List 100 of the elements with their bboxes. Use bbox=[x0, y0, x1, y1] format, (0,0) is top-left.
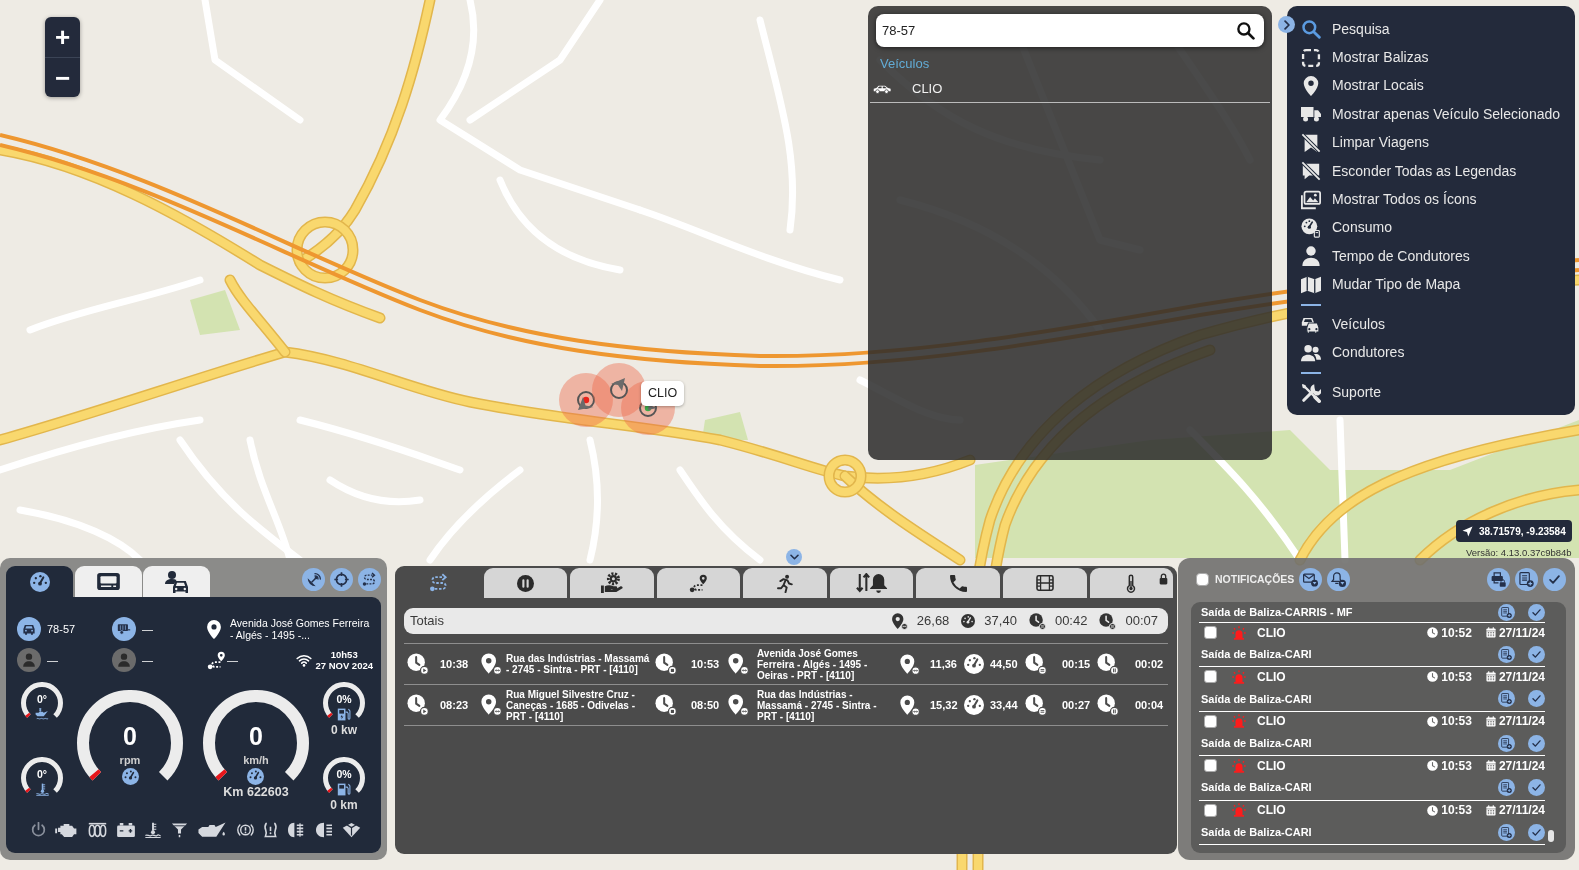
menu-item[interactable]: Condutores bbox=[1301, 338, 1569, 368]
search-field[interactable]: 78-57 bbox=[876, 14, 1264, 47]
diamond-icon bbox=[341, 822, 361, 838]
address-text: Rua das Indústrias - Massamá - 2745 - Sintra - PRT - [4110] bbox=[506, 653, 651, 675]
dashboard-tab[interactable] bbox=[143, 566, 210, 597]
roundabout bbox=[291, 216, 359, 284]
bell-filter-icon bbox=[1331, 572, 1347, 587]
menu-item[interactable]: Veículos bbox=[1301, 310, 1569, 339]
navigation-arrow-icon bbox=[1462, 525, 1473, 537]
add-note-button[interactable] bbox=[1498, 734, 1515, 752]
list-plus-icon bbox=[1501, 693, 1512, 705]
checkbox[interactable] bbox=[1204, 759, 1217, 773]
mail-filter-button[interactable] bbox=[1299, 568, 1323, 591]
address-text: Avenida José Gomes Ferreira - Algés - 1495 - Oeiras - PRT - [4110] bbox=[757, 647, 869, 681]
route-pin-icon bbox=[688, 573, 708, 593]
alert-filter-button[interactable] bbox=[1327, 568, 1351, 591]
date-text: 27/11/24 bbox=[1498, 802, 1545, 820]
check-icon bbox=[1532, 651, 1541, 658]
trips-tab[interactable] bbox=[483, 568, 568, 598]
duration-text: 00:27 bbox=[1062, 697, 1092, 713]
plate-text: 78-57 bbox=[47, 621, 76, 637]
brake-warning-icon bbox=[236, 822, 254, 838]
route-button[interactable] bbox=[358, 568, 381, 591]
date-text: 27/11/24 bbox=[1498, 713, 1545, 731]
menu-item[interactable]: Mostrar Balizas bbox=[1301, 43, 1569, 72]
running-person-icon bbox=[776, 573, 794, 593]
checkbox[interactable] bbox=[1204, 670, 1217, 684]
checkbox[interactable] bbox=[1204, 803, 1217, 817]
route-icon bbox=[362, 572, 377, 587]
trips-tab[interactable] bbox=[829, 568, 914, 598]
add-note-button[interactable] bbox=[1515, 568, 1538, 591]
gauge-start-mark bbox=[25, 787, 31, 793]
menu-item[interactable]: Pesquisa bbox=[1301, 15, 1569, 44]
gauge-icon bbox=[29, 571, 50, 592]
checkbox[interactable] bbox=[1196, 573, 1209, 586]
acknowledge-button[interactable] bbox=[1528, 603, 1545, 621]
add-note-button[interactable] bbox=[1498, 779, 1515, 797]
menu-item[interactable]: Tempo de Condutores bbox=[1301, 242, 1569, 271]
printer-lock-icon bbox=[1491, 572, 1506, 587]
trips-tab[interactable] bbox=[743, 568, 827, 598]
gauge-start-mark bbox=[89, 769, 102, 781]
result-item[interactable]: CLIO bbox=[870, 76, 1270, 103]
acknowledge-button[interactable] bbox=[1528, 734, 1545, 752]
duration-text: 00:15 bbox=[1062, 656, 1092, 672]
pin-icon bbox=[727, 653, 749, 675]
route-icon bbox=[428, 573, 449, 593]
vehicle-name: CLIO bbox=[1257, 757, 1286, 775]
person-icon bbox=[112, 648, 136, 672]
clock-icon bbox=[1028, 612, 1046, 630]
trips-tab[interactable] bbox=[1002, 568, 1087, 598]
trips-tab[interactable] bbox=[916, 568, 1000, 598]
oil-temperature-icon bbox=[35, 708, 49, 720]
menu-item[interactable]: Mostrar Locais bbox=[1301, 71, 1569, 101]
person-icon bbox=[17, 648, 41, 672]
zoom-out-button[interactable]: − bbox=[45, 57, 80, 97]
list-plus-icon bbox=[1501, 606, 1512, 618]
vehicle-label[interactable]: CLIO bbox=[641, 381, 685, 406]
add-note-button[interactable] bbox=[1498, 690, 1515, 708]
checkbox[interactable] bbox=[1204, 626, 1217, 639]
charging-station-icon bbox=[337, 708, 351, 721]
search-icon bbox=[1236, 21, 1255, 40]
trips-tab[interactable] bbox=[1089, 568, 1174, 598]
coolant-temperature-icon bbox=[35, 783, 49, 796]
dashboard-tab[interactable] bbox=[74, 566, 142, 597]
coil-icon bbox=[87, 822, 107, 838]
stop-time-text: 00:04 bbox=[1135, 697, 1165, 713]
menu-item[interactable]: Mostrar Todos os Ícons bbox=[1301, 185, 1569, 214]
print-button[interactable] bbox=[1487, 568, 1510, 591]
dashboard-tab[interactable] bbox=[6, 566, 73, 597]
acknowledge-button[interactable] bbox=[1528, 646, 1545, 663]
notification-message: Saída de Baliza-CARI bbox=[1200, 691, 1312, 707]
trips-tab[interactable] bbox=[656, 568, 741, 598]
acknowledge-button[interactable] bbox=[1528, 823, 1545, 841]
add-note-button[interactable] bbox=[1498, 603, 1515, 621]
menu-item[interactable]: Limpar Viagens bbox=[1301, 128, 1569, 157]
time-text: 10h53 bbox=[330, 649, 358, 660]
scrollbar-thumb[interactable] bbox=[1548, 830, 1554, 842]
menu-item[interactable]: Mudar Tipo de Mapa bbox=[1301, 270, 1569, 299]
acknowledge-button[interactable] bbox=[1528, 779, 1545, 797]
vehicle-name: CLIO bbox=[1257, 668, 1286, 686]
locate-button[interactable] bbox=[330, 568, 353, 591]
menu-item[interactable]: Esconder Todas as Legendas bbox=[1301, 156, 1569, 186]
checkbox[interactable] bbox=[1204, 714, 1217, 728]
clock-play-icon bbox=[407, 653, 429, 675]
add-note-button[interactable] bbox=[1498, 823, 1515, 841]
satellite-button[interactable] bbox=[302, 568, 325, 591]
menu-item[interactable]: Mostrar apenas Veículo Selecionado bbox=[1301, 100, 1569, 129]
satellite-dish-icon bbox=[306, 572, 321, 587]
acknowledge-button[interactable] bbox=[1528, 690, 1545, 708]
trips-tab[interactable] bbox=[570, 568, 654, 598]
thermometer-icon bbox=[1126, 573, 1137, 593]
menu-item[interactable]: Suporte bbox=[1301, 378, 1569, 408]
acknowledge-all-button[interactable] bbox=[1543, 568, 1566, 591]
time-text: 10:52 bbox=[1441, 624, 1472, 642]
menu-item[interactable]: Consumo bbox=[1301, 213, 1569, 243]
vehicle-marker-icon[interactable] bbox=[591, 362, 647, 418]
add-note-button[interactable] bbox=[1498, 646, 1515, 663]
clock-stop-icon bbox=[655, 694, 677, 716]
gauge-icon bbox=[961, 614, 976, 628]
zoom-in-button[interactable]: + bbox=[45, 17, 80, 57]
